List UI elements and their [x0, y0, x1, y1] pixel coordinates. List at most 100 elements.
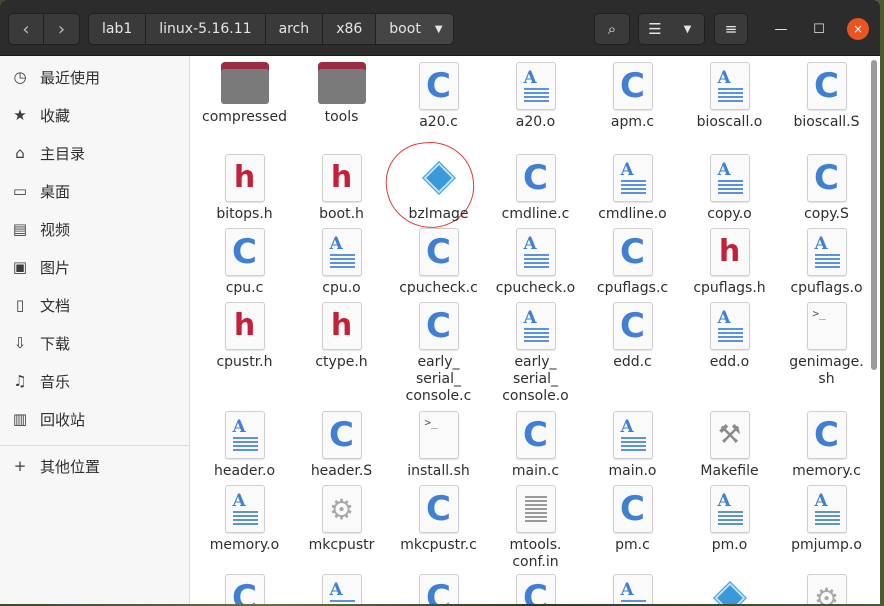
file-item[interactable]: Ca20.c	[390, 62, 487, 131]
sidebar-item-0[interactable]: ◷ 最近使用	[0, 62, 190, 92]
object-file-icon: A	[612, 574, 653, 604]
file-item[interactable]: >_ genimage. sh	[778, 302, 875, 388]
file-item[interactable]: >_ install.sh	[390, 411, 487, 480]
file-item[interactable]: Aheader.o	[196, 411, 293, 480]
file-item[interactable]: C	[390, 574, 487, 604]
breadcrumb-x86[interactable]: x86	[323, 13, 377, 45]
breadcrumb-arch[interactable]: arch	[265, 13, 324, 45]
file-item[interactable]: Apm.o	[681, 485, 778, 554]
shell-script-icon: >_	[806, 302, 847, 350]
file-name: mtools. conf.in	[509, 537, 562, 570]
file-item[interactable]: h boot.h	[293, 154, 390, 223]
maximize-button[interactable]: ☐	[808, 18, 830, 40]
search-button[interactable]: ⌕	[594, 13, 630, 45]
sidebar-item-6[interactable]: ▯ 文档	[0, 290, 190, 320]
file-name: cpuflags.h	[693, 280, 766, 296]
file-item[interactable]: Acopy.o	[681, 154, 778, 223]
file-item[interactable]: C	[196, 574, 293, 604]
file-item[interactable]: Ccpuflags.c	[584, 228, 681, 297]
file-item[interactable]: tools	[293, 62, 390, 126]
makefile-icon: ⚒	[709, 411, 750, 459]
c-source-file-icon: C	[612, 62, 653, 110]
file-item[interactable]: ⚙	[778, 574, 875, 604]
sidebar-item-1[interactable]: ★ 收藏	[0, 100, 190, 130]
minimize-button[interactable]: —	[770, 18, 792, 40]
file-item[interactable]: Cheader.S	[293, 411, 390, 480]
file-item[interactable]: Cmkcpustr.c	[390, 485, 487, 554]
file-item[interactable]: Ccmdline.c	[487, 154, 584, 223]
file-item[interactable]: A	[293, 574, 390, 604]
object-file-icon: A	[321, 574, 362, 604]
breadcrumb-lab1[interactable]: lab1	[88, 13, 147, 45]
file-item[interactable]: Aedd.o	[681, 302, 778, 371]
view-options-button[interactable]: ▼	[671, 13, 705, 45]
file-name: a20.o	[515, 114, 556, 130]
file-item[interactable]: bzImage	[390, 154, 487, 223]
breadcrumb-boot[interactable]: boot ▼	[376, 13, 454, 45]
file-item[interactable]: Acpu.o	[293, 228, 390, 297]
file-item[interactable]: Ccpucheck.c	[390, 228, 487, 297]
file-item[interactable]: C	[487, 574, 584, 604]
c-source-file-icon: C	[612, 485, 653, 533]
file-item[interactable]: Capm.c	[584, 62, 681, 131]
file-item[interactable]: ⚒ Makefile	[681, 411, 778, 480]
file-item[interactable]	[681, 574, 778, 604]
file-item[interactable]: Acpucheck.o	[487, 228, 584, 297]
file-item[interactable]: Acpuflags.o	[778, 228, 875, 297]
sidebar-item-label: 桌面	[40, 182, 71, 201]
file-item[interactable]: A	[584, 574, 681, 604]
sidebar-item-label: 回收站	[40, 410, 86, 429]
file-name: bioscall.o	[696, 114, 763, 130]
file-item[interactable]: h cpuflags.h	[681, 228, 778, 297]
object-file-icon: A	[806, 485, 847, 533]
view-list-button[interactable]: ☰	[638, 13, 672, 45]
file-name: boot.h	[319, 206, 364, 222]
file-name: pmjump.o	[791, 537, 862, 553]
forward-button[interactable]: ›	[44, 13, 80, 45]
file-item[interactable]: compressed	[196, 62, 293, 126]
file-item[interactable]: Cmain.c	[487, 411, 584, 480]
breadcrumb-linux[interactable]: linux-5.16.11	[146, 13, 266, 45]
file-name: cpucheck.c	[399, 280, 478, 296]
scrollbar[interactable]	[871, 60, 877, 370]
file-item[interactable]: Ccpu.c	[196, 228, 293, 297]
trash-icon: ▥	[12, 410, 28, 428]
file-item[interactable]: h cpustr.h	[196, 302, 293, 371]
file-name: mkcpustr	[308, 537, 375, 553]
file-name: main.c	[511, 463, 560, 479]
file-item[interactable]: Cmemory.c	[778, 411, 875, 480]
file-item[interactable]: h bitops.h	[196, 154, 293, 223]
star-icon: ★	[13, 106, 27, 124]
sidebar-item-label: 下载	[40, 334, 71, 353]
file-item[interactable]: Amain.o	[584, 411, 681, 480]
file-item[interactable]: Ccopy.S	[778, 154, 875, 223]
sidebar-item-8[interactable]: ♫ 音乐	[0, 366, 190, 396]
file-item[interactable]: Cbioscall.S	[778, 62, 875, 131]
file-item[interactable]: ⚙ mkcpustr	[293, 485, 390, 554]
sidebar-item-4[interactable]: ▤ 视频	[0, 214, 190, 244]
file-item[interactable]: Acmdline.o	[584, 154, 681, 223]
object-file-icon: A	[709, 62, 750, 110]
sidebar-item-10[interactable]: + 其他位置	[0, 451, 190, 481]
file-item[interactable]: Cearly_ serial_ console.c	[390, 302, 487, 405]
sidebar-item-7[interactable]: ⇩ 下载	[0, 328, 190, 358]
file-item[interactable]: Abioscall.o	[681, 62, 778, 131]
file-item[interactable]: Cpm.c	[584, 485, 681, 554]
file-item[interactable]: Cedd.c	[584, 302, 681, 371]
c-source-file-icon: C	[612, 228, 653, 276]
close-button[interactable]: ×	[847, 18, 869, 40]
sidebar-item-9[interactable]: ▥ 回收站	[0, 404, 190, 434]
text-file-icon	[515, 485, 556, 533]
file-item[interactable]: mtools. conf.in	[487, 485, 584, 571]
file-item[interactable]: Aearly_ serial_ console.o	[487, 302, 584, 405]
file-item[interactable]: h ctype.h	[293, 302, 390, 371]
back-button[interactable]: ‹	[8, 13, 44, 45]
sidebar-item-5[interactable]: ▣ 图片	[0, 252, 190, 282]
file-item[interactable]: Amemory.o	[196, 485, 293, 554]
sidebar-item-2[interactable]: ⌂ 主目录	[0, 138, 190, 168]
file-item[interactable]: Aa20.o	[487, 62, 584, 131]
sidebar-item-3[interactable]: ▭ 桌面	[0, 176, 190, 206]
file-item[interactable]: Apmjump.o	[778, 485, 875, 554]
file-name: bitops.h	[216, 206, 273, 222]
menu-button[interactable]: ≡	[714, 13, 748, 45]
